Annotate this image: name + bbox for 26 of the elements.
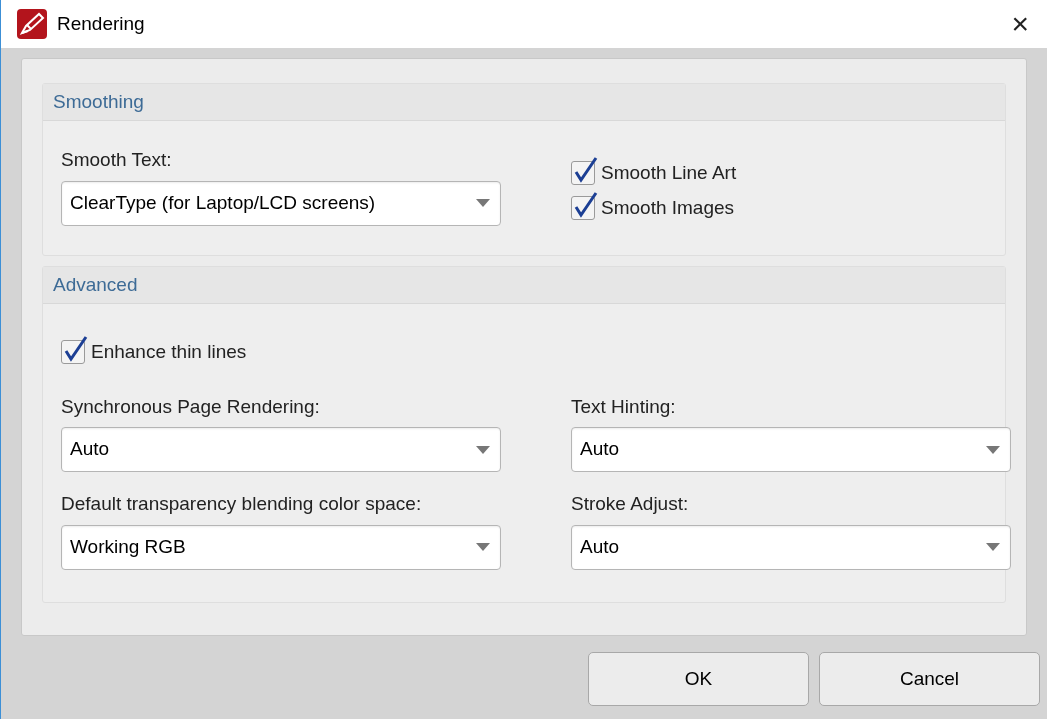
dialog-button[interactable]: Cancel [819,652,1040,706]
field-label: Default transparency blending color space: [61,492,423,516]
dropdown-arrow-icon [986,543,1000,551]
checkbox-label: Enhance thin lines [91,340,247,364]
checkbox-label: Smooth Images [601,195,735,220]
dialog-button[interactable]: OK [588,652,809,706]
app-logo-icon [17,9,47,39]
dropdown-arrow-icon [476,543,490,551]
checkbox[interactable] [571,195,595,220]
dropdown[interactable]: ClearType (for Laptop/LCD screens) [61,180,501,226]
dropdown[interactable]: Auto [571,427,1011,472]
field-label: Smooth Text: [61,148,173,172]
dropdown[interactable]: Auto [61,427,501,472]
field-label: Text Hinting: [571,394,677,419]
dropdown-arrow-icon [476,199,490,207]
field-label: Synchronous Page Rendering: [61,394,321,419]
group-title: Smoothing [53,89,144,114]
checkbox-label: Smooth Line Art [601,161,737,185]
dropdown[interactable]: Auto [571,524,1011,570]
group-title: Advanced [53,272,138,297]
field-label: Stroke Adjust: [571,492,690,516]
dropdown[interactable]: Working RGB [61,524,501,570]
dropdown-arrow-icon [476,445,490,454]
close-button[interactable]: × [1007,9,1033,39]
dropdown-arrow-icon [986,445,1000,454]
window-title: Rendering [57,11,145,36]
